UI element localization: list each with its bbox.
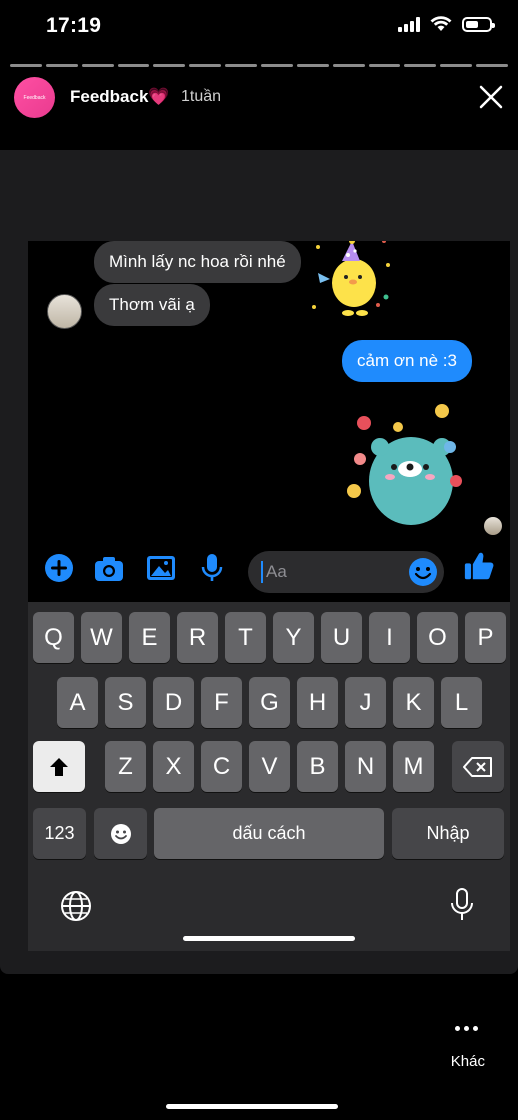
story-progress-segment (296, 64, 329, 67)
key-k[interactable]: K (393, 677, 434, 728)
key-s[interactable]: S (105, 677, 146, 728)
globe-icon[interactable] (60, 890, 92, 922)
text-caret (261, 561, 263, 583)
emoji-keyboard-key[interactable] (94, 808, 147, 859)
key-y[interactable]: Y (273, 612, 314, 663)
battery-icon (462, 16, 495, 32)
story-progress-segment (189, 64, 222, 67)
key-z[interactable]: Z (105, 741, 146, 792)
key-w[interactable]: W (81, 612, 122, 663)
story-time-ago: 1tuần (181, 88, 222, 105)
key-o[interactable]: O (417, 612, 458, 663)
key-e[interactable]: E (129, 612, 170, 663)
add-icon[interactable] (44, 553, 74, 583)
story-progress-segment (261, 64, 293, 67)
key-h[interactable]: H (297, 677, 338, 728)
story-progress-segment (153, 64, 186, 67)
story-progress-segment (45, 64, 78, 67)
key-r[interactable]: R (177, 612, 218, 663)
teal-bear-flowers-sticker (347, 404, 462, 525)
message-bubble-incoming: Mình lấy nc hoa rồi nhé (94, 241, 301, 283)
key-q[interactable]: Q (33, 612, 74, 663)
story-progress-segment (404, 64, 437, 67)
keyboard-home-indicator (183, 936, 355, 941)
camera-icon[interactable] (94, 553, 124, 583)
home-indicator (166, 1104, 338, 1109)
more-label[interactable]: Khác (451, 1053, 485, 1070)
story-progress-segment (440, 64, 473, 67)
story-progress-segment (117, 64, 150, 67)
key-t[interactable]: T (225, 612, 266, 663)
emoji-keyboard-icon (110, 823, 131, 844)
numbers-key[interactable]: 123 (33, 808, 86, 859)
gallery-icon[interactable] (146, 553, 176, 583)
story-progress-segment (368, 64, 401, 67)
messenger-screenshot: Mình lấy nc hoa rồi nhé Thơm vãi ạ cảm ơ… (28, 241, 510, 951)
key-b[interactable]: B (297, 741, 338, 792)
shift-arrow-icon (50, 757, 68, 776)
story-title[interactable]: Feedback💗 (70, 87, 170, 107)
story-avatar-text: Feedback (23, 94, 46, 101)
key-c[interactable]: C (201, 741, 242, 792)
key-j[interactable]: J (345, 677, 386, 728)
keyboard: QWERTYUIOP ASDFGHJKL ZXCVBNM 123 dấu các… (28, 602, 510, 951)
dictation-icon[interactable] (450, 888, 474, 922)
key-m[interactable]: M (393, 741, 434, 792)
key-v[interactable]: V (249, 741, 290, 792)
story-progress-segment (476, 64, 509, 67)
return-key[interactable]: Nhập (392, 808, 504, 859)
like-icon[interactable] (464, 551, 494, 581)
seen-receipt-avatar (484, 517, 502, 535)
status-time: 17:19 (46, 14, 102, 37)
key-l[interactable]: L (441, 677, 482, 728)
story-progress-segment (10, 64, 42, 67)
wifi-icon (430, 16, 452, 31)
key-p[interactable]: P (465, 612, 506, 663)
key-d[interactable]: D (153, 677, 194, 728)
story-avatar[interactable]: Feedback (14, 77, 55, 118)
message-input[interactable]: Aa (248, 551, 444, 593)
story-progress-segment (225, 64, 258, 67)
microphone-icon[interactable] (197, 553, 227, 583)
key-u[interactable]: U (321, 612, 362, 663)
story-progress-segment (332, 64, 365, 67)
emoji-icon[interactable] (408, 557, 438, 587)
close-icon[interactable] (478, 84, 504, 110)
party-chick-sticker (312, 241, 390, 316)
message-bubble-outgoing: cảm ơn nè :3 (342, 340, 472, 382)
sender-avatar (47, 294, 82, 329)
more-icon[interactable] (455, 1026, 478, 1031)
space-key[interactable]: dấu cách (154, 808, 384, 859)
status-icons (398, 16, 495, 32)
key-x[interactable]: X (153, 741, 194, 792)
cellular-signal-icon (398, 16, 420, 32)
shift-key[interactable] (33, 741, 85, 792)
story-progress-segment (81, 64, 114, 67)
message-input-placeholder: Aa (266, 562, 287, 581)
key-n[interactable]: N (345, 741, 386, 792)
story-progress-bar (10, 64, 509, 67)
backspace-key[interactable] (452, 741, 504, 792)
message-bubble-incoming: Thơm vãi ạ (94, 284, 210, 326)
key-g[interactable]: G (249, 677, 290, 728)
key-a[interactable]: A (57, 677, 98, 728)
backspace-icon (463, 756, 492, 777)
key-f[interactable]: F (201, 677, 242, 728)
key-i[interactable]: I (369, 612, 410, 663)
